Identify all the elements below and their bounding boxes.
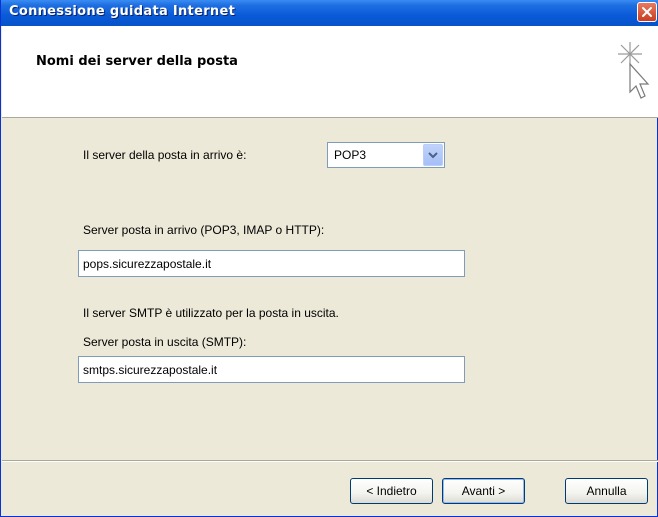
footer-divider — [2, 460, 658, 462]
smtp-note: Il server SMTP è utilizzato per la posta… — [83, 306, 339, 320]
dropdown-button[interactable] — [423, 144, 443, 166]
wizard-window: Connessione guidata Internet Nomi dei se… — [0, 0, 658, 517]
chevron-down-icon — [428, 152, 438, 159]
window-title: Connessione guidata Internet — [9, 4, 236, 19]
incoming-type-value: POP3 — [334, 148, 367, 162]
next-button[interactable]: Avanti > — [442, 478, 525, 504]
page-title: Nomi dei server della posta — [36, 54, 238, 69]
incoming-server-label: Server posta in arrivo (POP3, IMAP o HTT… — [83, 223, 325, 237]
close-button[interactable] — [637, 2, 657, 22]
incoming-type-label: Il server della posta in arrivo è: — [83, 148, 247, 162]
outgoing-server-label: Server posta in uscita (SMTP): — [83, 335, 247, 349]
title-bar[interactable]: Connessione guidata Internet — [1, 0, 658, 26]
wizard-sparkle-cursor-icon — [618, 42, 650, 99]
outgoing-server-input[interactable] — [78, 356, 465, 383]
header-panel: Nomi dei server della posta — [2, 26, 658, 118]
close-icon — [642, 7, 652, 17]
incoming-server-input[interactable] — [78, 250, 465, 277]
cancel-button[interactable]: Annulla — [565, 478, 648, 504]
back-button[interactable]: < Indietro — [350, 478, 433, 504]
incoming-type-select[interactable]: POP3 — [327, 142, 445, 168]
